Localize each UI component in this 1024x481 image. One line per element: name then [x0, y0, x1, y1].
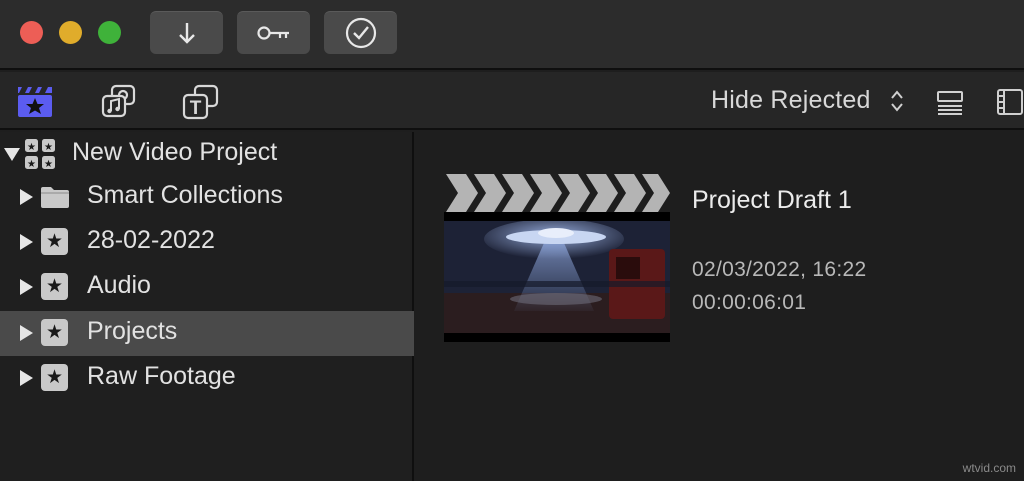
event-star-icon: ★ [41, 319, 68, 346]
libraries-icon[interactable] [16, 84, 54, 118]
disclosure-triangle-open-icon[interactable] [4, 148, 20, 161]
disclosure-triangle-icon[interactable] [20, 189, 33, 205]
import-button[interactable] [150, 11, 223, 54]
photos-audio-icon[interactable] [100, 84, 138, 120]
sidebar-item-label: Raw Footage [87, 362, 236, 390]
sidebar-item-label: New Video Project [72, 138, 278, 166]
clip-filter-menu[interactable]: Hide Rejected [711, 86, 871, 115]
titles-generators-icon[interactable]: T [182, 84, 220, 120]
project-date: 02/03/2022, 16:22 [692, 258, 867, 281]
keyword-editor-button[interactable] [237, 11, 310, 54]
event-star-icon: ★ [41, 364, 68, 391]
filmstrip-view-icon[interactable] [996, 88, 1024, 116]
svg-text:★: ★ [44, 142, 53, 153]
sidebar-item-label: 28-02-2022 [87, 226, 215, 254]
svg-text:T: T [190, 98, 202, 119]
background-tasks-button[interactable] [324, 11, 397, 54]
project-duration: 00:00:06:01 [692, 291, 807, 314]
sidebar-item-event-raw-footage[interactable]: ★ Raw Footage [0, 356, 414, 401]
sidebar-item-smart-collections[interactable]: Smart Collections [0, 175, 414, 220]
disclosure-triangle-icon[interactable] [20, 325, 33, 341]
event-star-icon: ★ [41, 228, 68, 255]
analyze-check-icon [345, 17, 376, 49]
chevron-up-down-icon[interactable] [889, 88, 905, 114]
sidebar-item-event-projects[interactable]: ★ Projects [0, 311, 414, 356]
close-window-button[interactable] [20, 21, 43, 44]
project-thumbnail[interactable] [444, 212, 670, 342]
library-grid-icon: ★ ★ ★ ★ [25, 139, 55, 170]
list-view-icon[interactable] [936, 90, 964, 116]
sidebar-item-event-audio[interactable]: ★ Audio [0, 265, 414, 310]
project-title[interactable]: Project Draft 1 [692, 186, 852, 215]
event-star-icon: ★ [41, 273, 68, 300]
zoom-window-button[interactable] [98, 21, 121, 44]
keyword-key-icon [256, 26, 289, 40]
disclosure-triangle-icon[interactable] [20, 234, 33, 250]
thumbnail-image [444, 221, 670, 333]
title-bar [0, 0, 1024, 70]
clapperboard-icon [444, 174, 670, 212]
libraries-sidebar: ★ ★ ★ ★ New Video Project Smart Collecti… [0, 132, 414, 481]
svg-text:★: ★ [27, 159, 36, 170]
sidebar-item-label: Smart Collections [87, 181, 283, 209]
sidebar-item-event-28-02-2022[interactable]: ★ 28-02-2022 [0, 220, 414, 265]
sidebar-item-label: Projects [87, 317, 178, 345]
sidebar-item-label: Audio [87, 271, 151, 299]
sidebar-item-library[interactable]: ★ ★ ★ ★ New Video Project [0, 132, 414, 177]
folder-icon [41, 187, 69, 208]
svg-text:★: ★ [44, 159, 53, 170]
disclosure-triangle-icon[interactable] [20, 279, 33, 295]
import-arrow-icon [178, 23, 195, 44]
browser-toolbar: T Hide Rejected [0, 72, 1024, 130]
ufo-scene-image [444, 221, 670, 333]
svg-text:★: ★ [27, 142, 36, 153]
watermark: wtvid.com [962, 461, 1016, 475]
minimize-window-button[interactable] [59, 21, 82, 44]
disclosure-triangle-icon[interactable] [20, 370, 33, 386]
